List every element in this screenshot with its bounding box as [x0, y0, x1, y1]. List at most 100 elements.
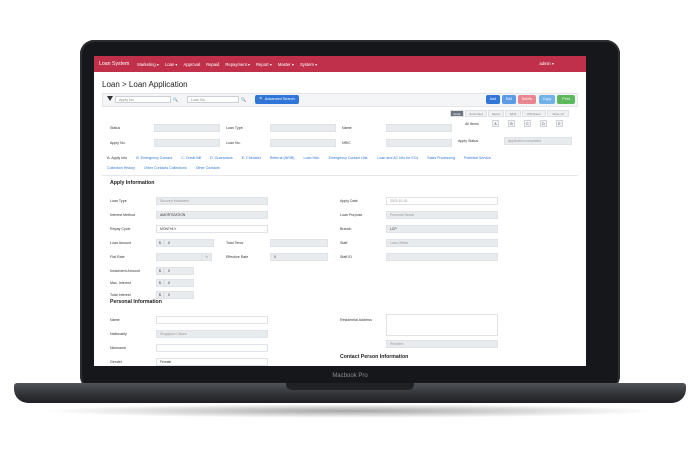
all-items-label: All Items — [465, 122, 479, 126]
interest-method-select[interactable]: AMORTIZATION — [156, 211, 268, 219]
residential-address-textarea[interactable] — [386, 314, 498, 336]
app-brand[interactable]: Loan System — [99, 61, 129, 67]
nationality-select[interactable]: Singapore Citizen — [156, 330, 268, 338]
status-tab-apply[interactable]: Apply — [450, 110, 464, 117]
filter-icon[interactable] — [107, 96, 113, 101]
apply-no-placeholder: Apply No. — [119, 98, 135, 102]
effective-rate-label: Effective Rate — [226, 255, 249, 259]
tab-sales-processing[interactable]: Sales Processing — [427, 156, 455, 160]
search-toolbar: Apply No. 🔍 Loan No. 🔍 🔍 Advanced Search… — [102, 93, 578, 107]
total-tenor-label: Total Tenor — [226, 241, 244, 245]
nric-label: NRIC — [342, 141, 351, 145]
loan-purpose-label: Loan Purpose — [340, 213, 363, 217]
person-name-label: Name — [110, 318, 120, 322]
apply-info-header: Apply Information — [110, 180, 155, 186]
search-icon[interactable]: 🔍 — [173, 97, 178, 102]
loan-no-search-input[interactable]: Loan No. — [187, 96, 239, 103]
gender-select[interactable]: Female — [156, 358, 268, 366]
status-label: Status — [110, 126, 121, 130]
total-interest-input[interactable]: 0 — [164, 291, 194, 299]
instalment-amount-input[interactable]: 0 — [164, 267, 194, 275]
branch-field[interactable]: LCP — [386, 225, 498, 233]
nickname-input[interactable] — [156, 344, 268, 352]
status-field[interactable] — [154, 124, 220, 132]
apply-no-search-input[interactable]: Apply No. — [115, 96, 171, 103]
resident-status-select[interactable]: Resident — [386, 340, 498, 348]
tab-guarantors[interactable]: D. Guarantors — [210, 156, 233, 160]
apply-no-field[interactable] — [154, 139, 220, 147]
all-items-option-d[interactable]: D — [540, 120, 547, 127]
tab-loan-ac-info[interactable]: Loan and AC Info for ECs — [377, 156, 418, 160]
tab-referral[interactable]: Referral (NRIB) — [270, 156, 295, 160]
max-interest-input[interactable]: 0 — [164, 279, 194, 287]
all-items-option-c[interactable]: C — [524, 120, 531, 127]
nric-field[interactable] — [386, 139, 452, 147]
status-tab-write-off[interactable]: Write-off — [547, 110, 569, 117]
person-name-input[interactable] — [156, 316, 268, 324]
tabs-divider — [102, 175, 578, 176]
all-items-option-b[interactable]: B — [508, 120, 515, 127]
tab-loan-history[interactable]: Loan Hist. — [303, 156, 319, 160]
instalment-amount-label: Instalment Amount — [110, 269, 140, 273]
repay-cycle-label: Repay Cycle — [110, 227, 131, 231]
nav-item-marketing[interactable]: Marketing ▾ — [137, 62, 159, 67]
nav-item-repayment[interactable]: Repayment ▾ — [225, 62, 250, 67]
edit-button[interactable]: Edit — [502, 95, 516, 104]
advanced-search-button[interactable]: 🔍 Advanced Search — [255, 95, 299, 104]
nationality-label: Nationality — [110, 332, 127, 336]
tab-apply-info[interactable]: A. Apply Info — [107, 156, 127, 160]
apply-status-field[interactable]: Application completed — [504, 137, 572, 145]
interest-method-label: Interest Method — [110, 213, 135, 217]
user-menu[interactable]: admin ▾ — [539, 61, 554, 66]
loan-purpose-select[interactable]: Personal Needs — [386, 211, 498, 219]
search-icon[interactable]: 🔍 — [241, 97, 246, 102]
repay-cycle-select[interactable]: MONTHLY — [156, 225, 268, 233]
loan-amount-input[interactable]: 0 — [164, 239, 214, 247]
laptop-frame: Macbook Pro Loan System Marketing ▾ Loan… — [0, 0, 700, 450]
staff-id-field[interactable] — [386, 253, 498, 261]
loan-type-label: Loan Type — [226, 126, 243, 130]
tab-credit-bill[interactable]: C. Credit Bill — [181, 156, 201, 160]
status-tab-wkflt[interactable]: Wkflt — [505, 110, 521, 117]
nav-item-loan[interactable]: Loan ▾ — [165, 62, 178, 67]
nav-item-repaid[interactable]: Repaid — [206, 62, 219, 67]
status-tab-submitted[interactable]: Submitted — [465, 110, 487, 117]
tab-potential-service[interactable]: Potential Service — [464, 156, 491, 160]
tab-other-contacts[interactable]: Other Contacts — [196, 166, 220, 170]
tab-other-contacts-collections[interactable]: Other Contacts Collections — [144, 166, 187, 170]
name-field[interactable] — [386, 124, 452, 132]
tab-emergency-contact[interactable]: B. Emergency Contact — [136, 156, 172, 160]
nav-item-approval[interactable]: Approval — [184, 62, 201, 67]
page-title: Loan > Loan Application — [102, 80, 188, 89]
print-button[interactable]: Print — [557, 95, 575, 104]
all-items-option-a[interactable]: A — [492, 120, 499, 127]
total-tenor-input[interactable] — [270, 239, 328, 247]
nav-item-master[interactable]: Master ▾ — [278, 62, 294, 67]
detail-tabs-row-1: A. Apply Info B. Emergency Contact C. Cr… — [107, 156, 499, 160]
status-tab-reject[interactable]: Reject — [488, 110, 504, 117]
currency-addon: $ — [156, 291, 164, 299]
status-tab-withdrawn[interactable]: Withdrawn — [522, 110, 546, 117]
apply-date-label: Apply Date — [340, 199, 358, 203]
effective-rate-input[interactable]: 0 — [270, 253, 328, 261]
tab-emergency-contact-history[interactable]: Emergency Contact Hist. — [329, 156, 369, 160]
nav-item-system[interactable]: System ▾ — [300, 62, 317, 67]
flat-rate-input[interactable] — [156, 253, 202, 261]
staff-id-label: Staff ID — [340, 255, 352, 259]
apply-date-input[interactable]: 2023-10-30 — [386, 197, 498, 205]
delete-button[interactable]: Delete — [518, 95, 536, 104]
all-items-option-e[interactable]: E — [556, 120, 563, 127]
staff-select[interactable]: Loan Officer — [386, 239, 498, 247]
loan-type-select[interactable]: Secured Instalment — [156, 197, 268, 205]
loan-type-field[interactable] — [270, 124, 336, 132]
loan-no-label: Loan No. — [226, 141, 241, 145]
loan-no-field[interactable] — [270, 139, 336, 147]
name-label: Name — [342, 126, 352, 130]
copy-button[interactable]: Copy — [539, 95, 555, 104]
laptop-shadow — [40, 404, 660, 418]
nav-item-report[interactable]: Report ▾ — [256, 62, 272, 67]
apply-no-label: Apply No. — [110, 141, 126, 145]
tab-checklist[interactable]: E. Checklist — [242, 156, 261, 160]
tab-collection-history[interactable]: Collection History — [107, 166, 135, 170]
add-button[interactable]: Add — [486, 95, 500, 104]
